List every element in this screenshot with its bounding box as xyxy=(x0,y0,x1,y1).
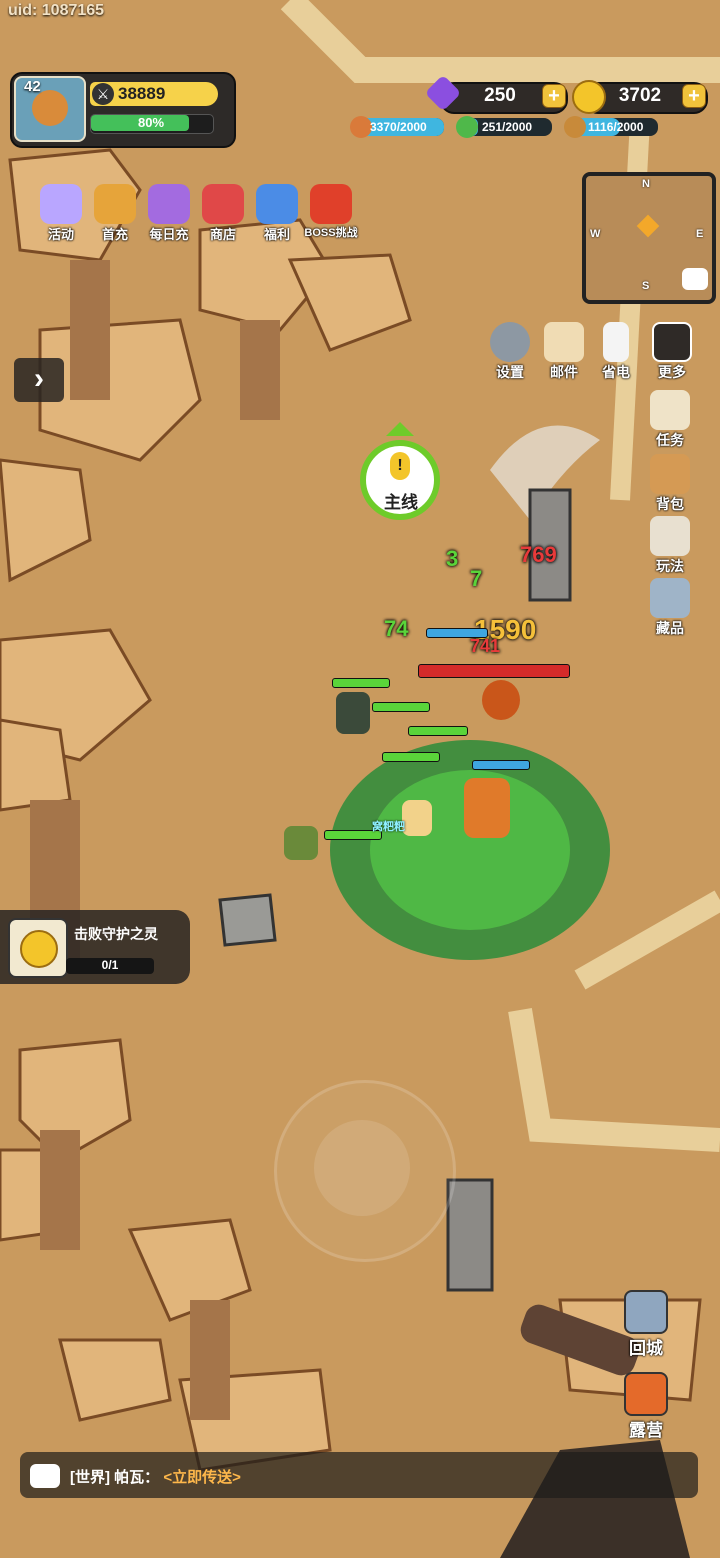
camp-button[interactable]: 露营 xyxy=(618,1372,674,1441)
minimap-north: N xyxy=(642,178,650,190)
heal-number: 7 xyxy=(470,566,483,591)
backpack-button[interactable]: 背包 xyxy=(642,454,698,514)
hero-character[interactable] xyxy=(284,826,318,860)
task-progress-text: 0/1 xyxy=(101,958,119,972)
player-level: 42 xyxy=(24,78,41,95)
backpack-icon xyxy=(650,454,690,494)
meat-value: 3370/2000 xyxy=(370,120,427,134)
hero-health-bar xyxy=(332,678,390,688)
daily-recharge-icon xyxy=(148,184,190,224)
chat-message: [世界] 帕瓦： <立即传送> xyxy=(70,1466,241,1487)
coin-icon xyxy=(20,930,58,968)
exp-percent: 80% xyxy=(137,115,165,130)
main-quest-label: 主线 xyxy=(384,493,418,512)
hero-character[interactable] xyxy=(336,692,370,734)
wood-value: 1116/2000 xyxy=(588,120,644,134)
boss-health-bar xyxy=(418,664,570,678)
expand-arrow-button[interactable]: › xyxy=(14,358,64,402)
scroll-icon xyxy=(650,390,690,430)
mail-icon xyxy=(544,322,584,362)
damage-number: 741 xyxy=(470,636,501,656)
meat-icon xyxy=(350,116,372,138)
first-recharge-icon xyxy=(94,184,136,224)
boss-challenge-icon xyxy=(310,184,352,224)
return-city-button[interactable]: 回城 xyxy=(618,1290,674,1359)
hero-health-bar xyxy=(408,726,468,736)
gameplay-button[interactable]: 玩法 xyxy=(642,516,698,576)
collection-icon xyxy=(650,578,690,618)
gear-icon xyxy=(490,322,530,362)
quest-arrow-icon xyxy=(386,422,414,436)
wood-icon xyxy=(564,116,586,138)
gold-value: 3702 xyxy=(618,85,662,106)
joystick-thumb[interactable] xyxy=(314,1120,410,1216)
add-gold-button[interactable]: + xyxy=(682,84,706,108)
heal-number: 74 xyxy=(384,616,409,641)
more-icon xyxy=(652,322,692,362)
exclamation-icon: ! xyxy=(390,452,410,480)
gameplay-icon xyxy=(650,516,690,556)
minimap-south: S xyxy=(642,280,650,292)
gift-icon xyxy=(256,184,298,224)
teleport-link[interactable]: <立即传送> xyxy=(163,1469,241,1486)
more-button[interactable]: 更多 xyxy=(644,322,700,382)
hero-health-bar xyxy=(372,702,430,712)
event-icon xyxy=(40,184,82,224)
menu-daily-recharge[interactable]: 每日充 xyxy=(144,184,194,243)
settings-button[interactable]: 设置 xyxy=(482,322,538,382)
menu-first-recharge[interactable]: 首充 xyxy=(90,184,140,243)
power-save-button[interactable]: 省电 xyxy=(588,322,644,382)
menu-event[interactable]: 活动 xyxy=(36,184,86,243)
chat-sender: 帕瓦： xyxy=(114,1469,160,1486)
return-city-icon xyxy=(624,1290,668,1334)
task-reward-coin-icon xyxy=(8,918,68,978)
collection-button[interactable]: 藏品 xyxy=(642,578,698,638)
player-location-icon xyxy=(636,214,660,238)
chat-channel: [世界] xyxy=(70,1469,110,1486)
damage-number: 769 xyxy=(520,542,557,567)
enemy-character[interactable] xyxy=(464,778,510,838)
menu-boss-challenge[interactable]: BOSS挑战 xyxy=(302,184,360,240)
menu-shop[interactable]: 商店 xyxy=(198,184,248,243)
menu-welfare[interactable]: 福利 xyxy=(252,184,302,243)
herb-icon xyxy=(456,116,478,138)
add-gems-button[interactable]: + xyxy=(542,84,566,108)
uid-label: uid: 1087165 xyxy=(8,2,105,19)
camp-icon xyxy=(624,1372,668,1416)
heal-number: 3 xyxy=(446,546,459,571)
shop-icon xyxy=(202,184,244,224)
camera-icon[interactable] xyxy=(682,268,708,290)
chat-bubble-icon[interactable] xyxy=(30,1464,60,1488)
hero-name-label: 窝粑粑 xyxy=(372,821,405,833)
hero-character[interactable] xyxy=(402,800,432,836)
swords-icon: ⚔ xyxy=(92,83,114,105)
task-title: 击败守护之灵 xyxy=(74,926,158,942)
mail-button[interactable]: 邮件 xyxy=(536,322,592,382)
battery-icon xyxy=(603,322,629,362)
enemy-shield-bar xyxy=(426,628,488,638)
gem-value: 250 xyxy=(484,85,516,106)
herb-value: 251/2000 xyxy=(482,120,533,134)
quest-log-button[interactable]: 任务 xyxy=(642,390,698,450)
enemy-shield-bar xyxy=(472,760,530,770)
hero-health-bar xyxy=(382,752,440,762)
minimap-east: E xyxy=(696,228,704,240)
boss-character[interactable] xyxy=(482,680,520,720)
avatar-face xyxy=(32,90,68,126)
power-value: 38889 xyxy=(118,84,166,103)
minimap-west: W xyxy=(590,228,601,240)
